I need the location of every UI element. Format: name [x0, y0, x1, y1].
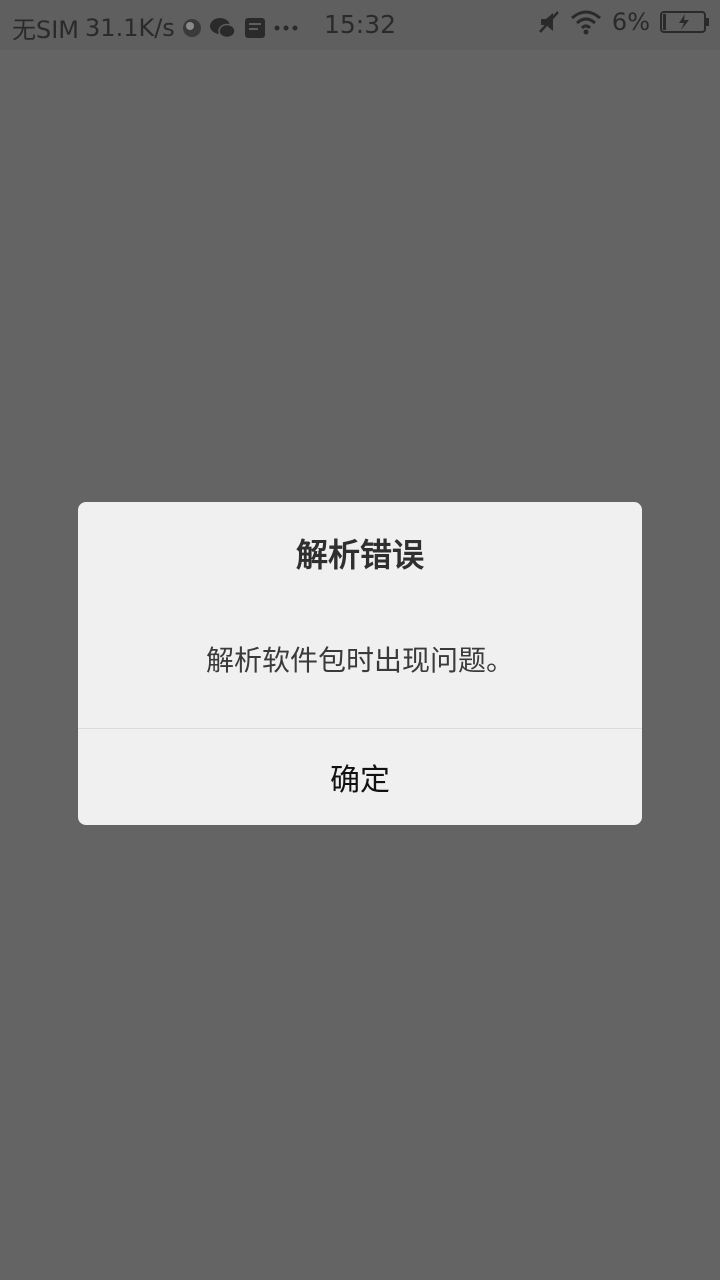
mute-icon [538, 10, 560, 34]
dialog-message: 解析软件包时出现问题。 [205, 644, 514, 677]
battery-percent: 6% [611, 8, 650, 36]
wifi-icon [570, 9, 602, 35]
status-bar: 无SIM 31.1K/s 15:32 6% [0, 0, 720, 50]
battery-charging-icon [660, 10, 710, 34]
dialog-title: 解析错误 [295, 536, 424, 574]
confirm-button[interactable]: 确定 [78, 729, 642, 825]
error-dialog: 解析错误 解析软件包时出现问题。 确定 [78, 502, 642, 825]
status-bar-right: 6% [538, 8, 710, 36]
